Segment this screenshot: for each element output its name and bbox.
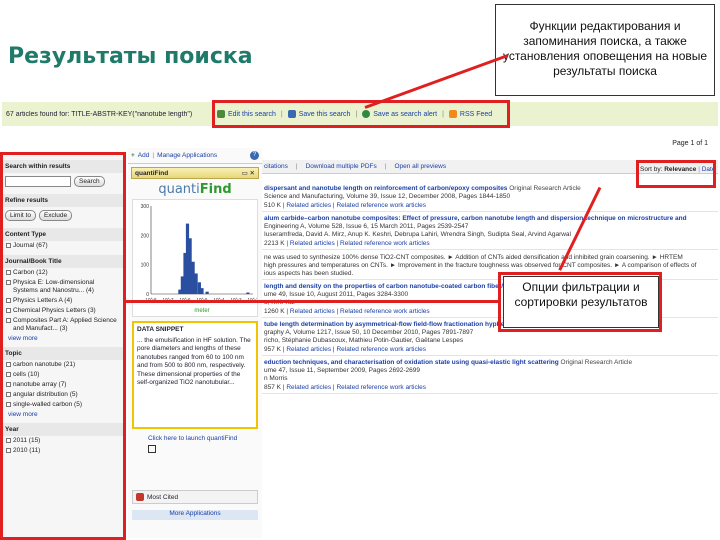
logo-part: Find: [199, 182, 232, 197]
y-tick-label: 100: [141, 263, 150, 269]
article-type: Original Research Article: [560, 359, 633, 366]
histogram-bar: [188, 238, 192, 294]
related-reference-link[interactable]: Related reference work articles: [336, 202, 426, 209]
histogram-bar: [246, 292, 250, 294]
pdf-size[interactable]: 857 K: [264, 384, 281, 391]
result-links: 957 K | Related articles | Related refer…: [264, 346, 427, 353]
add-icon: +: [131, 152, 135, 159]
related-articles-link[interactable]: Related articles: [290, 308, 335, 315]
manage-applications-link[interactable]: Manage Applications: [157, 152, 217, 159]
page-indicator: Page 1 of 1: [672, 140, 708, 147]
x-axis-label: meter: [194, 308, 209, 314]
result-title-text: alum carbide–carbon nanotube composites:…: [264, 215, 687, 222]
add-app-link[interactable]: Add: [138, 152, 150, 159]
result-journal: Science and Manufacturing, Volume 39, Is…: [264, 193, 511, 200]
quantifind-app-header[interactable]: quantiFind ▭ ✕: [131, 167, 259, 179]
histogram-svg: 010020030010^-810^-710^-610^-510^-410^-3…: [141, 204, 257, 314]
result-item: alum carbide–carbon nanotube composites:…: [262, 212, 718, 250]
callout-filter-sort: Опции фильтрации и сортировки результато…: [503, 276, 659, 328]
result-highlight: high pressures and temperatures on CNTs.…: [264, 262, 697, 269]
applications-panel: + Add | Manage Applications ? quantiFind…: [128, 148, 262, 538]
pdf-size[interactable]: 957 K: [264, 346, 281, 353]
most-cited-label: Most Cited: [147, 493, 179, 501]
related-reference-link[interactable]: Related reference work articles: [336, 346, 426, 353]
popup-icon[interactable]: [148, 445, 156, 453]
separator: |: [295, 163, 298, 170]
result-journal: ne was used to synthesize 100% dense TiO…: [264, 254, 683, 261]
related-articles-link[interactable]: Related articles: [286, 202, 331, 209]
y-tick-label: 300: [141, 204, 150, 210]
result-authors: n Morris: [264, 375, 288, 382]
histogram-bar: [205, 291, 209, 294]
annotation-box-sort: [636, 160, 716, 188]
result-links: 857 K | Related articles | Related refer…: [264, 384, 427, 391]
data-snippet-title: DATA SNIPPET: [137, 326, 184, 333]
help-icon[interactable]: ?: [250, 151, 259, 160]
slide-title: Результаты поиска: [8, 44, 253, 69]
result-authors: richo, Stéphanie Dubascoux, Mathieu Poti…: [264, 337, 464, 344]
pdf-size[interactable]: 510 K: [264, 202, 281, 209]
related-articles-link[interactable]: Related articles: [286, 384, 331, 391]
related-reference-link[interactable]: Related reference work articles: [336, 384, 426, 391]
result-journal: ume 47, Issue 11, September 2009, Pages …: [264, 367, 420, 374]
more-applications-link[interactable]: More Applications: [132, 510, 258, 520]
launch-quantifind-link[interactable]: Click here to launch quantiFind: [148, 435, 258, 442]
result-title-link[interactable]: alum carbide–carbon nanotube composites:…: [264, 215, 716, 222]
histogram-bar: [200, 288, 204, 294]
most-cited-app[interactable]: Most Cited: [132, 490, 258, 504]
histogram-bar: [194, 273, 198, 294]
most-cited-icon: [136, 493, 144, 501]
result-journal: Engineering A, Volume 528, Issue 6, 15 M…: [264, 223, 469, 230]
annotation-box-toolbar: [212, 100, 510, 128]
result-links: 2213 K | Related articles | Related refe…: [264, 240, 430, 247]
annotation-box-sidebar: [0, 152, 126, 540]
separator: |: [152, 152, 155, 159]
result-authors: Iuseramfreda, David A. Mirz, Anup K. Kes…: [264, 231, 571, 238]
result-links: 510 K | Related articles | Related refer…: [264, 202, 427, 209]
open-previews-link[interactable]: Open all previews: [394, 163, 446, 170]
results-list: citations | Download multiple PDFs | Ope…: [262, 160, 718, 538]
histogram-bar: [191, 261, 195, 294]
y-tick-label: 200: [141, 233, 150, 239]
citations-link[interactable]: citations: [264, 163, 288, 170]
result-title-text: dispersant and nanotube length on reinfo…: [264, 185, 508, 192]
download-pdfs-link[interactable]: Download multiple PDFs: [306, 163, 377, 170]
related-reference-link[interactable]: Related reference work articles: [340, 240, 430, 247]
result-title-text: eduction techniques, and characterisatio…: [264, 359, 559, 366]
logo-part: quanti: [158, 182, 200, 197]
related-articles-link[interactable]: Related articles: [286, 346, 331, 353]
result-title-link[interactable]: eduction techniques, and characterisatio…: [264, 359, 716, 366]
quantifind-logo: quantiFind: [128, 182, 262, 197]
article-type: Original Research Article: [509, 185, 581, 192]
callout-edit-save-alert: Функции редактирования и запоминания пои…: [495, 4, 715, 96]
annotation-arrow: [125, 300, 500, 303]
data-snippet-box: DATA SNIPPET ... the emulsification in H…: [132, 321, 258, 429]
minimize-icon[interactable]: ▭ ✕: [242, 169, 255, 177]
related-articles-link[interactable]: Related articles: [290, 240, 335, 247]
data-snippet-text: ... the emulsification in HF solution. T…: [137, 336, 251, 387]
separator: |: [384, 163, 387, 170]
pdf-size[interactable]: 1260 K: [264, 308, 285, 315]
quantifind-bar-label: quantiFind: [135, 169, 169, 177]
result-item: eduction techniques, and characterisatio…: [262, 356, 718, 394]
results-count: 67 articles found for: TITLE-ABSTR-KEY("…: [6, 110, 193, 118]
pdf-size[interactable]: 2213 K: [264, 240, 285, 247]
related-reference-link[interactable]: Related reference work articles: [340, 308, 430, 315]
